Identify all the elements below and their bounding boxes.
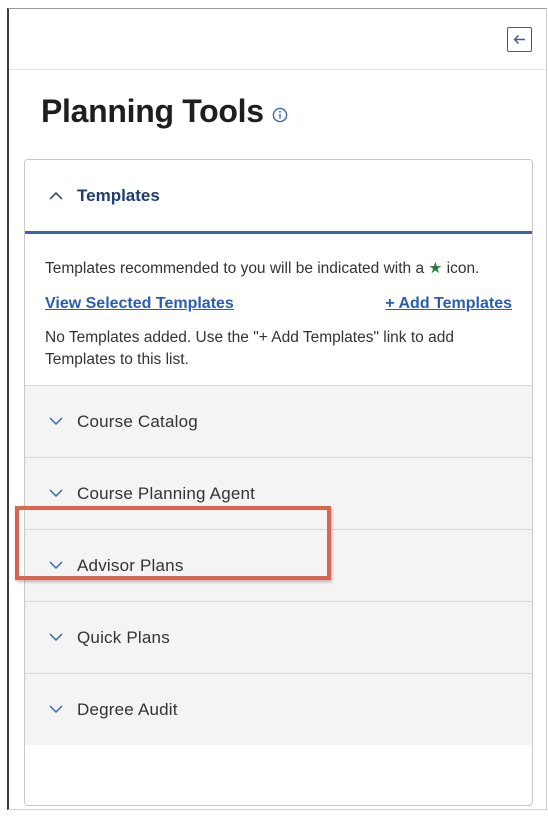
planning-tools-accordion: Templates Templates recommended to you w… (24, 159, 533, 806)
accordion-header-course-planning-agent[interactable]: Course Planning Agent (25, 457, 532, 529)
chevron-down-icon (49, 489, 63, 498)
planning-tools-panel: Planning Tools Templates Templates recom… (7, 8, 547, 810)
chevron-down-icon (49, 561, 63, 570)
chevron-down-icon (49, 705, 63, 714)
accordion-label-templates: Templates (77, 185, 160, 205)
page-title: Planning Tools (41, 93, 264, 129)
chevron-down-icon (49, 633, 63, 642)
view-selected-templates-link[interactable]: View Selected Templates (45, 293, 234, 315)
accordion-header-templates[interactable]: Templates (25, 160, 532, 234)
accordion-header-advisor-plans[interactable]: Advisor Plans (25, 529, 532, 601)
accordion-label: Degree Audit (77, 699, 178, 719)
chevron-down-icon (49, 417, 63, 426)
templates-empty-message: No Templates added. Use the "+ Add Templ… (45, 329, 454, 368)
collapse-panel-button[interactable] (507, 27, 532, 52)
accordion-header-course-catalog[interactable]: Course Catalog (25, 385, 532, 457)
accordion-header-quick-plans[interactable]: Quick Plans (25, 601, 532, 673)
accordion-label: Advisor Plans (77, 555, 184, 575)
accordion-header-degree-audit[interactable]: Degree Audit (25, 673, 532, 745)
panel-topbar (9, 9, 546, 70)
info-circle-icon[interactable] (272, 107, 288, 123)
arrow-left-icon (513, 34, 526, 45)
templates-description: Templates recommended to you will be ind… (45, 260, 480, 277)
add-templates-link[interactable]: + Add Templates (385, 293, 512, 315)
page-title-row: Planning Tools (41, 93, 288, 130)
chevron-up-icon (49, 191, 63, 200)
accordion-label: Course Planning Agent (77, 483, 256, 503)
star-icon: ★ (428, 260, 443, 277)
accordion-label: Quick Plans (77, 627, 170, 647)
templates-links: View Selected Templates + Add Templates (45, 293, 512, 315)
templates-panel-body: Templates recommended to you will be ind… (25, 234, 532, 385)
accordion-label: Course Catalog (77, 411, 198, 431)
